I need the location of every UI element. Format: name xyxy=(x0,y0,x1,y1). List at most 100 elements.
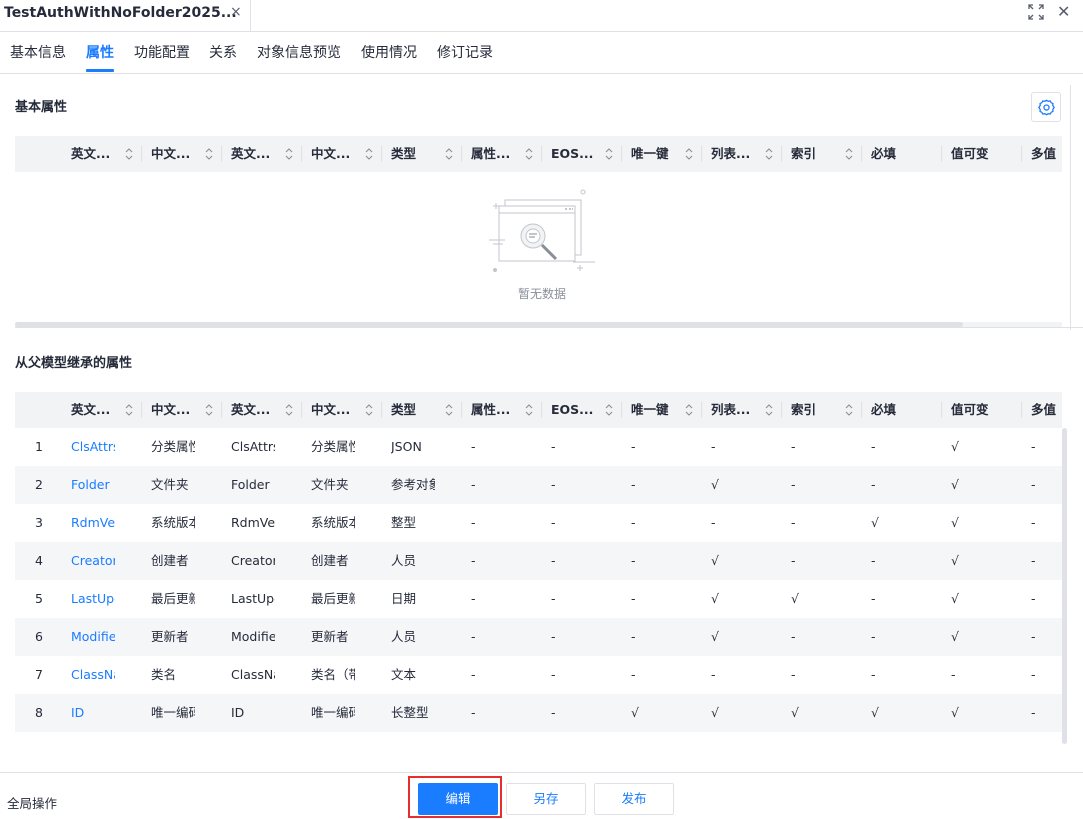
sort-icon[interactable] xyxy=(525,146,533,162)
column-resize-handle[interactable] xyxy=(861,146,862,162)
basic-column-header[interactable]: 列表... xyxy=(711,136,755,172)
column-resize-handle[interactable] xyxy=(381,146,382,162)
table-row[interactable]: 7 ClassNa... 类名 ClassNa... 类名（带... 文本 - - - - - - - - xyxy=(15,656,1062,694)
inherited-column-header[interactable]: 类型 xyxy=(391,392,435,428)
inherited-column-header[interactable]: EOS... xyxy=(551,392,595,428)
sort-icon[interactable] xyxy=(445,146,453,162)
basic-column-header[interactable]: EOS... xyxy=(551,136,595,172)
sort-icon[interactable] xyxy=(605,146,613,162)
column-resize-handle[interactable] xyxy=(781,146,782,162)
sort-icon[interactable] xyxy=(445,402,453,418)
column-resize-handle[interactable] xyxy=(221,146,222,162)
expand-icon[interactable] xyxy=(1027,3,1045,25)
basic-column-header[interactable]: 中文... xyxy=(151,136,195,172)
sort-icon[interactable] xyxy=(365,402,373,418)
column-resize-handle[interactable] xyxy=(781,402,782,418)
attribute-name-link[interactable]: Creator xyxy=(71,542,115,580)
tab-function-config[interactable]: 功能配置 xyxy=(134,42,190,62)
column-resize-handle[interactable] xyxy=(701,146,702,162)
column-resize-handle[interactable] xyxy=(141,146,142,162)
sort-icon[interactable] xyxy=(685,146,693,162)
tab-properties[interactable]: 属性 xyxy=(86,42,114,62)
inherited-column-header[interactable]: 列表... xyxy=(711,392,755,428)
tab-object-preview[interactable]: 对象信息预览 xyxy=(257,42,341,62)
table-row[interactable]: 6 Modifier 更新者 Modifier 更新者 人员 - - - √ - - √ - xyxy=(15,618,1062,656)
save-as-button[interactable]: 另存 xyxy=(506,783,586,815)
attribute-name-link[interactable]: Modifier xyxy=(71,618,115,656)
sort-icon[interactable] xyxy=(845,402,853,418)
column-resize-handle[interactable] xyxy=(141,402,142,418)
sort-icon[interactable] xyxy=(125,146,133,162)
column-resize-handle[interactable] xyxy=(1021,146,1022,162)
sort-icon[interactable] xyxy=(365,146,373,162)
basic-column-header[interactable]: 索引 xyxy=(791,136,835,172)
column-resize-handle[interactable] xyxy=(621,146,622,162)
column-resize-handle[interactable] xyxy=(221,402,222,418)
attribute-name-link[interactable]: LastUpd... xyxy=(71,580,115,618)
sort-icon[interactable] xyxy=(845,146,853,162)
sort-icon[interactable] xyxy=(125,402,133,418)
sort-icon[interactable] xyxy=(765,402,773,418)
column-resize-handle[interactable] xyxy=(301,146,302,162)
column-resize-handle[interactable] xyxy=(541,146,542,162)
table-row[interactable]: 8 ID 唯一编码 ID 唯一编码 长整型 - - √ √ √ √ √ - xyxy=(15,694,1062,732)
inherited-column-header[interactable]: 多值 xyxy=(1031,392,1061,428)
document-tab[interactable]: TestAuthWithNoFolder2025... × xyxy=(0,0,251,31)
column-resize-handle[interactable] xyxy=(461,146,462,162)
inherited-column-header[interactable]: 必填 xyxy=(871,392,915,428)
window-close-icon[interactable]: ✕ xyxy=(1057,3,1070,21)
attribute-name-link[interactable]: ID xyxy=(71,694,115,732)
inherited-column-header[interactable]: 英文... xyxy=(231,392,275,428)
attribute-name-link[interactable]: Folder xyxy=(71,466,115,504)
inherited-column-header[interactable]: 值可变 xyxy=(951,392,995,428)
sort-icon[interactable] xyxy=(285,402,293,418)
column-resize-handle[interactable] xyxy=(861,402,862,418)
sort-icon[interactable] xyxy=(605,402,613,418)
table-row[interactable]: 5 LastUpd... 最后更新... LastUpd... 最后更新... 日期 - - -… xyxy=(15,580,1062,618)
basic-column-header[interactable]: 英文... xyxy=(71,136,115,172)
basic-column-header[interactable]: 英文... xyxy=(231,136,275,172)
document-tab-close-icon[interactable]: × xyxy=(230,4,242,20)
sort-icon[interactable] xyxy=(205,402,213,418)
basic-column-header[interactable]: 类型 xyxy=(391,136,435,172)
tab-usage[interactable]: 使用情况 xyxy=(361,42,417,62)
vertical-scrollbar[interactable] xyxy=(1062,428,1067,744)
publish-button[interactable]: 发布 xyxy=(594,783,674,815)
table-row[interactable]: 2 Folder 文件夹 Folder 文件夹 参考对象 - - - √ - - √ - xyxy=(15,466,1062,504)
tab-basic-info[interactable]: 基本信息 xyxy=(10,42,66,62)
column-resize-handle[interactable] xyxy=(701,402,702,418)
sort-icon[interactable] xyxy=(285,146,293,162)
table-row[interactable]: 3 RdmVers... 系统版本 RdmVers... 系统版本 整型 - - - - - √ √ - xyxy=(15,504,1062,542)
basic-column-header[interactable]: 必填 xyxy=(871,136,915,172)
inherited-column-header[interactable]: 中文... xyxy=(151,392,195,428)
sort-icon[interactable] xyxy=(205,146,213,162)
column-settings-button[interactable] xyxy=(1031,92,1061,122)
basic-column-header[interactable]: 值可变 xyxy=(951,136,995,172)
basic-column-header[interactable]: 多值 xyxy=(1031,136,1061,172)
tab-revision-history[interactable]: 修订记录 xyxy=(437,42,493,62)
basic-column-header[interactable]: 中文... xyxy=(311,136,355,172)
column-resize-handle[interactable] xyxy=(461,402,462,418)
inherited-column-header[interactable]: 中文... xyxy=(311,392,355,428)
basic-column-header[interactable]: 唯一键 xyxy=(631,136,675,172)
inherited-column-header[interactable]: 索引 xyxy=(791,392,835,428)
attribute-name-link[interactable]: RdmVers... xyxy=(71,504,115,542)
column-resize-handle[interactable] xyxy=(381,402,382,418)
inherited-column-header[interactable]: 属性... xyxy=(471,392,515,428)
column-resize-handle[interactable] xyxy=(541,402,542,418)
sort-icon[interactable] xyxy=(525,402,533,418)
column-resize-handle[interactable] xyxy=(941,402,942,418)
attribute-name-link[interactable]: ClassNa... xyxy=(71,656,115,694)
basic-column-header[interactable]: 属性... xyxy=(471,136,515,172)
table-row[interactable]: 4 Creator 创建者 Creator 创建者 人员 - - - √ - - √ - xyxy=(15,542,1062,580)
tab-relations[interactable]: 关系 xyxy=(209,42,237,62)
column-resize-handle[interactable] xyxy=(301,402,302,418)
table-row[interactable]: 1 ClsAttrs 分类属性 ClsAttrs 分类属性 JSON - - - - - - √ - xyxy=(15,428,1062,466)
column-resize-handle[interactable] xyxy=(621,402,622,418)
column-resize-handle[interactable] xyxy=(941,146,942,162)
inherited-column-header[interactable]: 唯一键 xyxy=(631,392,675,428)
sort-icon[interactable] xyxy=(765,146,773,162)
inherited-column-header[interactable]: 英文... xyxy=(71,392,115,428)
column-resize-handle[interactable] xyxy=(1021,402,1022,418)
sort-icon[interactable] xyxy=(685,402,693,418)
